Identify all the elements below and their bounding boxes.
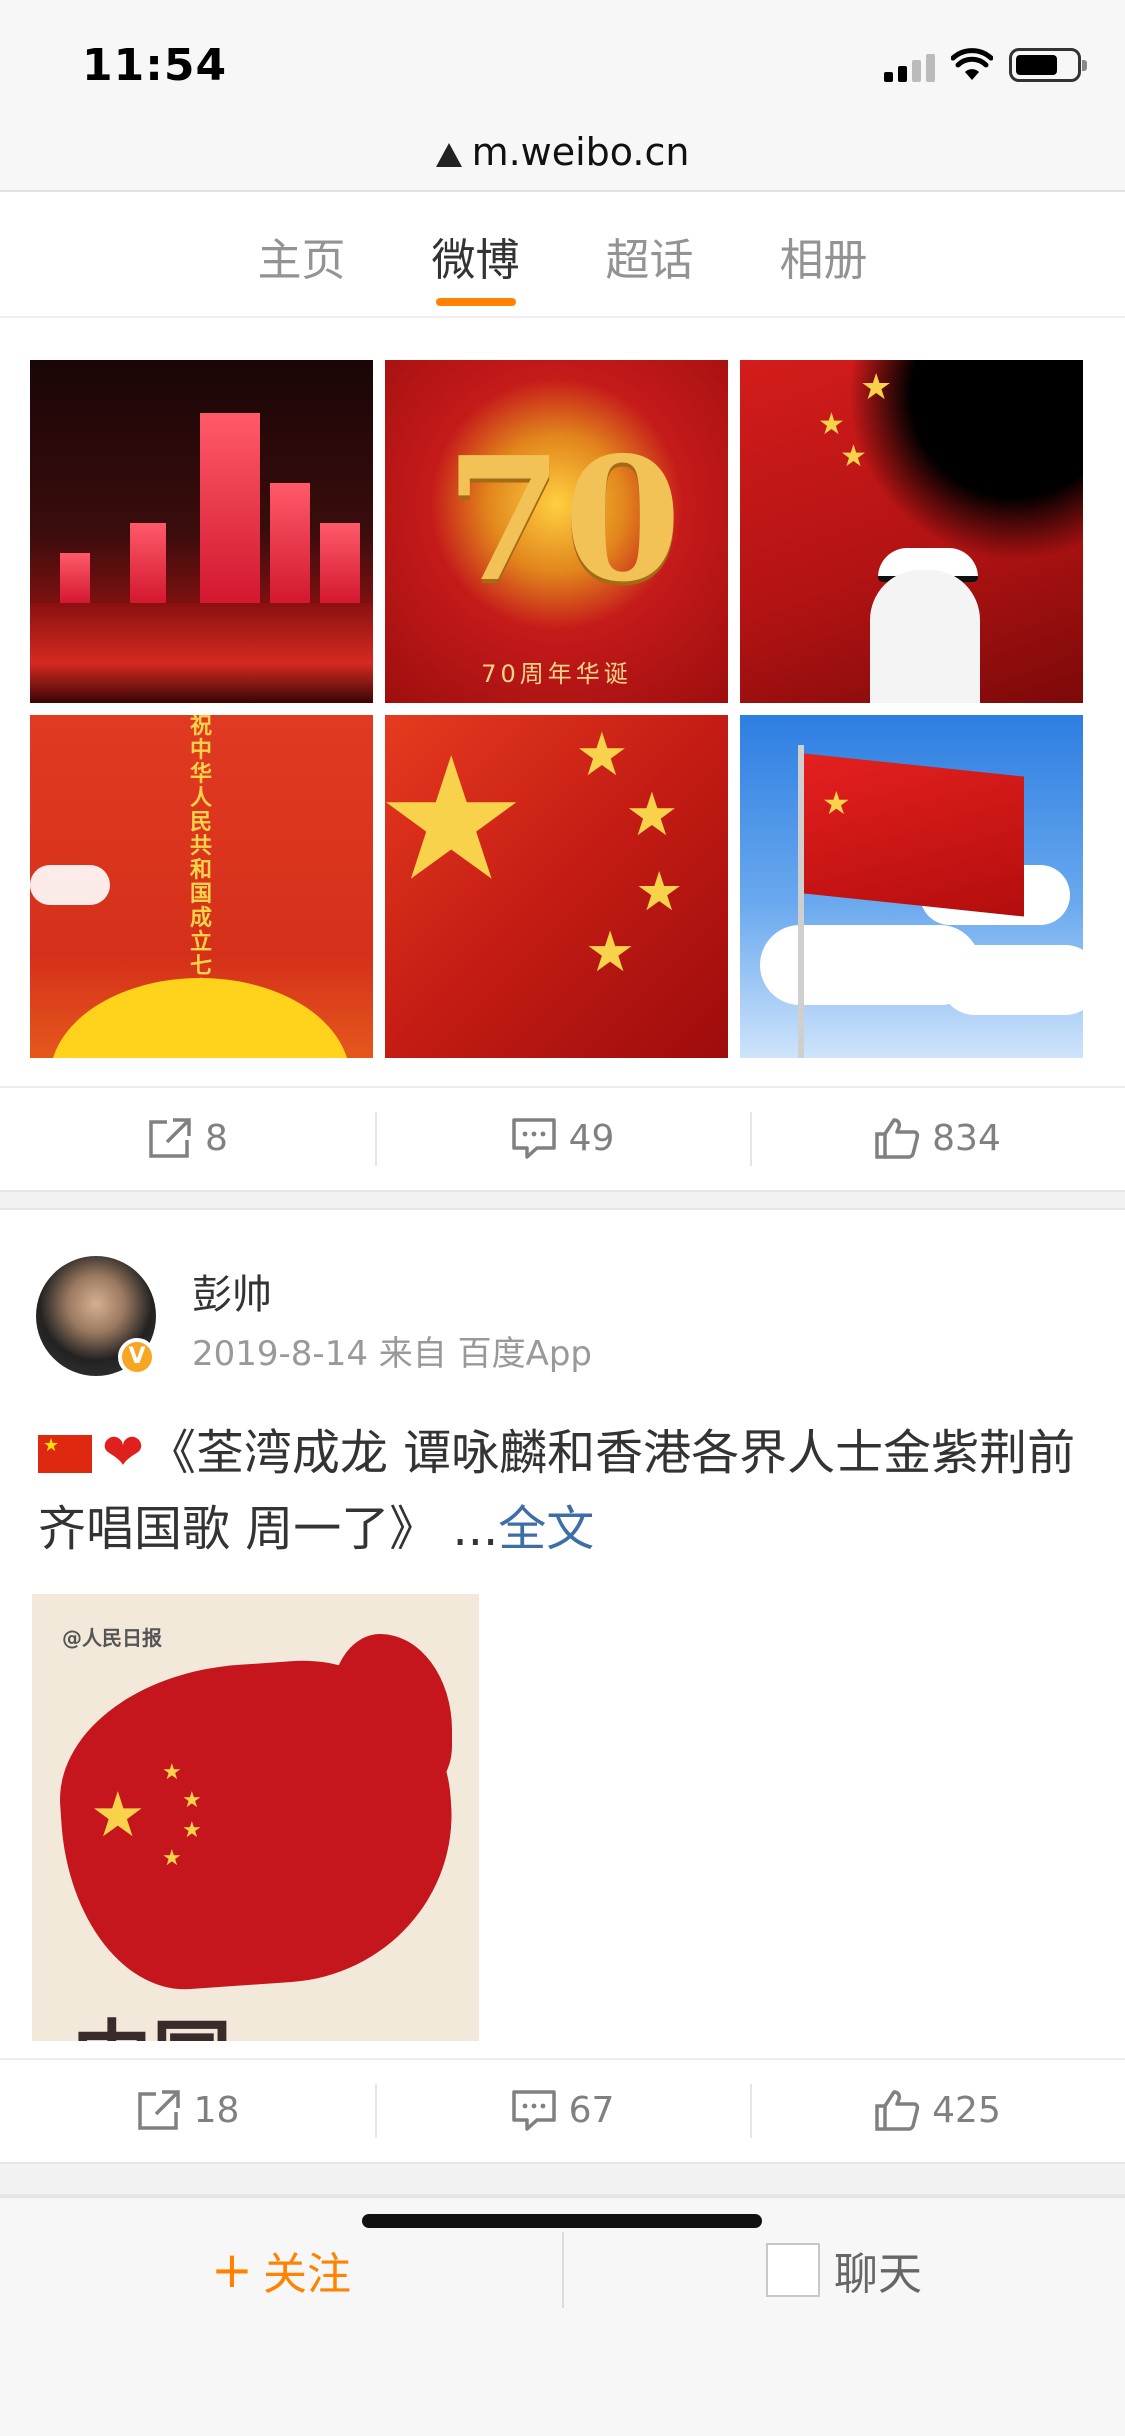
- tab-home[interactable]: 主页: [254, 224, 350, 316]
- chat-icon: [766, 2243, 820, 2297]
- url-bar[interactable]: m.weibo.cn: [0, 120, 1125, 192]
- verified-badge: V: [118, 1338, 156, 1376]
- comment-icon: [511, 1116, 557, 1160]
- seventy-anniversary-image[interactable]: 70 70周年华诞: [385, 360, 728, 703]
- flag-sky-image[interactable]: ★: [740, 715, 1083, 1058]
- post2-action-bar: 18 67 425: [0, 2058, 1125, 2160]
- flag-guard-image[interactable]: ★ ★ ★: [740, 360, 1083, 703]
- tab-super-topic[interactable]: 超话: [602, 224, 698, 316]
- status-time: 11:54: [82, 40, 228, 91]
- repost-icon: [147, 1116, 193, 1160]
- post1-repost-count: 8: [205, 1117, 228, 1159]
- post-separator: [0, 1190, 1125, 1210]
- post2-repost-count: 18: [193, 2089, 240, 2131]
- thumbs-up-icon: [874, 2088, 920, 2132]
- post-separator: [0, 2162, 1125, 2196]
- read-more-link[interactable]: 全文: [498, 1501, 594, 1557]
- post2-comment-count: 67: [568, 2089, 615, 2131]
- author-name[interactable]: 彭帅: [192, 1262, 272, 1320]
- tab-weibo[interactable]: 微博: [428, 224, 524, 316]
- battery-icon: [1009, 48, 1087, 82]
- url-text: m.weibo.cn: [471, 130, 690, 174]
- post2-text: ❤《荃湾成龙 谭咏麟和香港各界人士金紫荆前齐唱国歌 周一了》 ...全文: [38, 1414, 1088, 1567]
- post2-like-button[interactable]: 425: [750, 2060, 1125, 2160]
- plus-icon: +: [211, 2241, 253, 2299]
- post2-repost-button[interactable]: 18: [0, 2060, 375, 2160]
- post1-like-button[interactable]: 834: [750, 1088, 1125, 1188]
- post1-action-bar: 8 49 834: [0, 1086, 1125, 1188]
- home-indicator[interactable]: [362, 2214, 762, 2228]
- celebration-poster-image[interactable]: 祝中华人民共和国成立七十周年: [30, 715, 373, 1058]
- post1-comment-count: 49: [568, 1117, 615, 1159]
- bottom-action-bar: + 关注 聊天: [0, 2196, 1125, 2436]
- post1-comment-button[interactable]: 49: [375, 1088, 750, 1188]
- follow-label: 关注: [262, 2249, 351, 2300]
- cellular-signal-icon: [884, 48, 935, 82]
- image-watermark: @人民日报: [62, 1626, 162, 1650]
- image-title-text: 中国: [72, 1994, 232, 2041]
- post-meta: 2019-8-14 来自 百度App: [192, 1334, 592, 1374]
- profile-tabs: 主页 微博 超话 相册: [0, 194, 1125, 318]
- post2-like-count: 425: [932, 2089, 1001, 2131]
- red-heart-emoji-icon: ❤: [102, 1423, 144, 1481]
- seventy-number: 70: [445, 420, 682, 620]
- tab-album[interactable]: 相册: [776, 224, 872, 316]
- wifi-icon: [951, 48, 993, 80]
- post2-comment-button[interactable]: 67: [375, 2060, 750, 2160]
- flag-stars-closeup-image[interactable]: ★ ★ ★ ★ ★: [385, 715, 728, 1058]
- post1-image-grid: 70 70周年华诞 ★ ★ ★ 祝中华人民共和国成立七十周年 ★ ★ ★ ★ ★…: [30, 360, 1084, 1058]
- status-bar: 11:54: [0, 0, 1125, 135]
- seventy-caption: 70周年华诞: [481, 660, 632, 688]
- status-icons: [884, 48, 1087, 82]
- thumbs-up-icon: [874, 1116, 920, 1160]
- post1-repost-button[interactable]: 8: [0, 1088, 375, 1188]
- warning-icon: [435, 143, 462, 167]
- comment-icon: [511, 2088, 557, 2132]
- post1-like-count: 834: [932, 1117, 1001, 1159]
- chat-label: 聊天: [834, 2249, 922, 2300]
- china-flag-emoji-icon: [38, 1435, 92, 1473]
- city-night-image[interactable]: [30, 360, 373, 703]
- china-map-image[interactable]: @人民日报 ★ ★ ★ ★ ★ 中国: [32, 1594, 479, 2041]
- repost-icon: [136, 2088, 182, 2132]
